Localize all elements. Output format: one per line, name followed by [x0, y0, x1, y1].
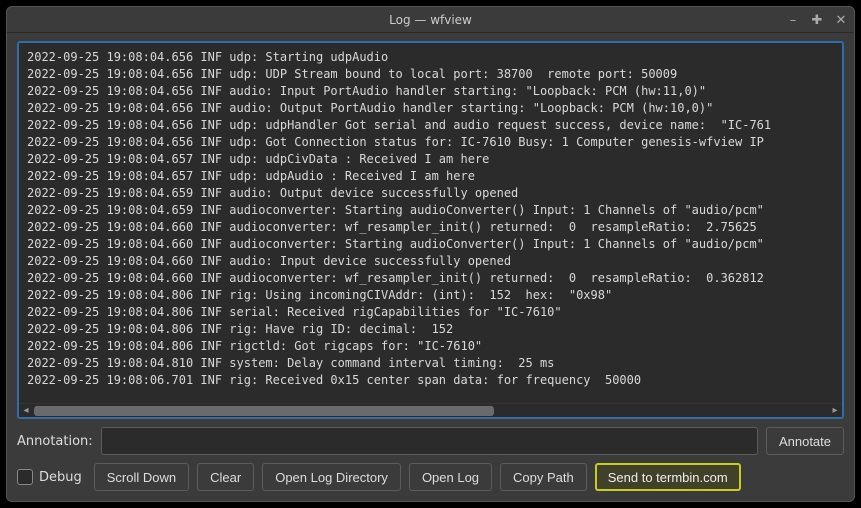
open-log-button[interactable]: Open Log: [409, 463, 492, 491]
annotate-button[interactable]: Annotate: [766, 427, 844, 455]
copy-path-button[interactable]: Copy Path: [500, 463, 587, 491]
window-title: Log — wfview: [389, 13, 472, 27]
scroll-down-button[interactable]: Scroll Down: [94, 463, 189, 491]
horizontal-scrollbar[interactable]: ◂ ▸: [19, 403, 842, 417]
minimize-icon[interactable]: –: [786, 13, 800, 28]
scroll-left-icon[interactable]: ◂: [19, 404, 33, 418]
debug-checkbox[interactable]: Debug: [17, 469, 82, 485]
send-to-termbin-button[interactable]: Send to termbin.com: [595, 463, 741, 491]
clear-button[interactable]: Clear: [197, 463, 254, 491]
scroll-track[interactable]: [34, 406, 827, 416]
open-log-directory-button[interactable]: Open Log Directory: [262, 463, 401, 491]
close-icon[interactable]: ✕: [834, 13, 848, 28]
maximize-icon[interactable]: ✚: [810, 13, 824, 28]
checkbox-box-icon[interactable]: [17, 469, 33, 485]
scroll-right-icon[interactable]: ▸: [828, 404, 842, 418]
scroll-thumb[interactable]: [34, 406, 494, 416]
titlebar: Log — wfview – ✚ ✕: [7, 7, 854, 33]
annotation-input[interactable]: [101, 427, 758, 455]
debug-label: Debug: [39, 470, 82, 485]
log-text[interactable]: 2022-09-25 19:08:04.656 INF udp: Startin…: [19, 43, 842, 403]
annotation-label: Annotation:: [17, 434, 93, 449]
log-view[interactable]: 2022-09-25 19:08:04.656 INF udp: Startin…: [17, 41, 844, 419]
window: Log — wfview – ✚ ✕ 2022-09-25 19:08:04.6…: [6, 6, 855, 502]
